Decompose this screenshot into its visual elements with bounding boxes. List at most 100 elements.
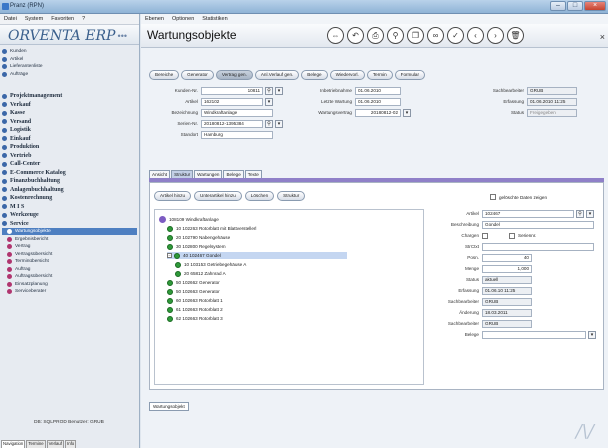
struktur-button[interactable]: Struktur [277, 191, 306, 201]
status-select[interactable]: Freigegeben [527, 108, 577, 117]
menu-favoriten[interactable]: Favoriten [51, 16, 74, 22]
sidebar-item-e-commerce-katalog[interactable]: E-Commerce Katalog [2, 169, 137, 177]
menu-ebenen[interactable]: Ebenen [145, 16, 164, 22]
show-deleted-checkbox[interactable] [490, 194, 496, 200]
forward-icon[interactable]: › [487, 27, 504, 44]
seriennr-dropdown-icon[interactable]: ▾ [275, 119, 283, 128]
collapse-icon[interactable]: − [167, 253, 172, 258]
tab-wartungen[interactable]: Wartungen [194, 170, 223, 178]
check-icon[interactable]: ✓ [447, 27, 464, 44]
close-window-button[interactable]: × [584, 1, 606, 11]
menu-datei[interactable]: Datei [4, 16, 17, 22]
sidebar-item-projektmanagement[interactable]: Projektmanagement [2, 92, 137, 100]
prop-belege-select[interactable] [482, 330, 586, 339]
sidebar-tab-navigation[interactable]: Navigation [1, 440, 26, 448]
sidebar-item-kunden[interactable]: Kunden [2, 48, 137, 55]
loeschen-button[interactable]: Löschen [244, 191, 275, 201]
wartungsvertrag-field[interactable]: 20180812-02 [355, 108, 401, 117]
unterartikel-hinzu-button[interactable]: Unterartikel hinzu [194, 191, 242, 201]
tree-node[interactable]: 50 102662 Generator [167, 279, 220, 286]
sidebar-item-logistik[interactable]: Logistik [2, 126, 137, 134]
sidebar-item-serviceberater[interactable]: Serviceberater [2, 288, 137, 295]
search-icon[interactable]: ⚲ [387, 27, 404, 44]
seriennr-field[interactable]: 20180812-1395384 [201, 119, 263, 128]
sidebar-item-termin-bersicht[interactable]: Terminübersicht [2, 258, 137, 265]
chargen-toggle[interactable] [482, 232, 491, 239]
prop-artikel-search-icon[interactable]: ⚲ [576, 209, 584, 218]
belege-button[interactable]: Belege [301, 70, 328, 80]
undo-icon[interactable]: ↶ [347, 27, 364, 44]
kundennr-dropdown-icon[interactable]: ▾ [275, 86, 283, 95]
tree-node[interactable]: 30 102800 Regelsystem [167, 243, 226, 250]
glasses-icon[interactable]: ∞ [427, 27, 444, 44]
sidebar-item-lieferantenliste[interactable]: Lieferantenliste [2, 63, 137, 70]
sidebar-item-auftr-ge[interactable]: Aufträge [2, 71, 137, 78]
sidebar-item-vertrieb[interactable]: Vertrieb [2, 152, 137, 160]
prop-artikel-dropdown-icon[interactable]: ▾ [586, 209, 594, 218]
prop-beschreibung-field[interactable]: Gondel [482, 220, 594, 229]
prop-belege-dropdown-icon[interactable]: ▾ [588, 330, 596, 339]
sidebar-item-verkauf[interactable]: Verkauf [2, 101, 137, 109]
prop-artikel-field[interactable]: 102467 [482, 209, 574, 218]
formular-button[interactable]: Formular [394, 70, 426, 80]
sidebar-item-vertrag[interactable]: Vertrag [2, 243, 137, 250]
sidebar-item-m-i-s[interactable]: M I S [2, 203, 137, 211]
sidebar-item-ergebnisbericht[interactable]: Ergebnisbericht [2, 236, 137, 243]
sidebar-item-versand[interactable]: Versand [2, 118, 137, 126]
artikel-field[interactable]: 162102 [201, 97, 263, 106]
bereiche-button[interactable]: Bereiche [149, 70, 180, 80]
sidebar-item-service[interactable]: Service [2, 220, 137, 228]
tree-node[interactable]: 20 102790 Nabengehäuse [167, 234, 230, 241]
vertrag-gen-button[interactable]: Vertrag gen. [215, 70, 253, 80]
menu-statistiken[interactable]: Statistiken [202, 16, 227, 22]
sidebar-item-vertrags-bersicht[interactable]: Vertragsübersicht [2, 251, 137, 258]
copy-icon[interactable]: ❐ [407, 27, 424, 44]
wiedervorl-button[interactable]: Wiedervorl. [329, 70, 365, 80]
standort-field[interactable]: Hamburg [201, 130, 273, 139]
minimize-button[interactable]: – [550, 1, 566, 11]
generator-button[interactable]: Generator [181, 70, 214, 80]
sidebar-item-artikel[interactable]: Artikel [2, 56, 137, 63]
print-icon[interactable]: ⎙ [367, 27, 384, 44]
sidebar-tab-info[interactable]: Info [65, 440, 77, 448]
sidebar-item-kostenrechnung[interactable]: Kostenrechnung [2, 194, 137, 202]
link-icon[interactable]: ⇔ [327, 27, 344, 44]
menu-help[interactable]: ? [82, 16, 85, 22]
sidebar-item-auftrags-bersicht[interactable]: Auftragsübersicht [2, 273, 137, 280]
wartungsvertrag-dropdown-icon[interactable]: ▾ [403, 108, 411, 117]
seriennr-search-icon[interactable]: ⚲ [265, 119, 273, 128]
close-icon[interactable]: × [600, 32, 605, 42]
sidebar-item-wartungsobjekte[interactable]: Wartungsobjekte [2, 228, 137, 235]
sidebar-item-kasse[interactable]: Kasse [2, 109, 137, 117]
tree-node[interactable]: 20 65812 Zahnrad A [175, 270, 226, 277]
sidebar-tab-verlauf[interactable]: Verlauf [46, 440, 64, 448]
anl-verlauf-gen-button[interactable]: Anl.Verlauf gen. [254, 70, 300, 80]
tree-node[interactable]: 60 102663 Rotorblatt 1 [167, 297, 223, 304]
artikel-hinzu-button[interactable]: Artikel hinzu [154, 191, 192, 201]
kundennr-search-icon[interactable]: ⚲ [265, 86, 273, 95]
tab-ansicht[interactable]: Ansicht [149, 170, 171, 178]
tab-struktur[interactable]: Struktur [171, 170, 194, 178]
sidebar-item-einsatzplanung[interactable]: Einsatzplanung [2, 281, 137, 288]
back-icon[interactable]: ‹ [467, 27, 484, 44]
menu-optionen[interactable]: Optionen [172, 16, 194, 22]
tree-node[interactable]: − 40 102467 Gondel [167, 252, 347, 259]
sidebar-item-anlagenbuchhaltung[interactable]: Anlagenbuchhaltung [2, 186, 137, 194]
kundennr-field[interactable]: 10811 [201, 86, 263, 95]
letzte-wartung-field[interactable]: 01.06.2010 [355, 97, 401, 106]
prop-pos-field[interactable]: 40 [482, 253, 532, 262]
trash-icon[interactable]: 🗑 [507, 27, 524, 44]
sidebar-item-finanzbuchhaltung[interactable]: Finanzbuchhaltung [2, 177, 137, 185]
tab-texte[interactable]: Texte [244, 170, 262, 178]
maximize-button[interactable]: □ [567, 1, 583, 11]
menu-system[interactable]: System [25, 16, 43, 22]
tree-node[interactable]: 10 102263 Rotorblatt mit Blattversteller… [167, 225, 256, 232]
tree-node[interactable]: 61 102663 Rotorblatt 2 [167, 306, 223, 313]
sidebar-item-werkzeuge[interactable]: Werkzeuge [2, 211, 137, 219]
termin-button[interactable]: Termin [366, 70, 393, 80]
bezeichnung-field[interactable]: Windkraftanlage [201, 108, 273, 117]
sidebar-tab-termine[interactable]: Termine [26, 440, 46, 448]
bottom-tab-wartungsobjekt[interactable]: Wartungsobjekt [149, 402, 189, 411]
show-deleted-toggle[interactable]: gelöschte Daten zeigen [490, 194, 547, 200]
inbetrieb-field[interactable]: 01.06.2010 [355, 86, 401, 95]
